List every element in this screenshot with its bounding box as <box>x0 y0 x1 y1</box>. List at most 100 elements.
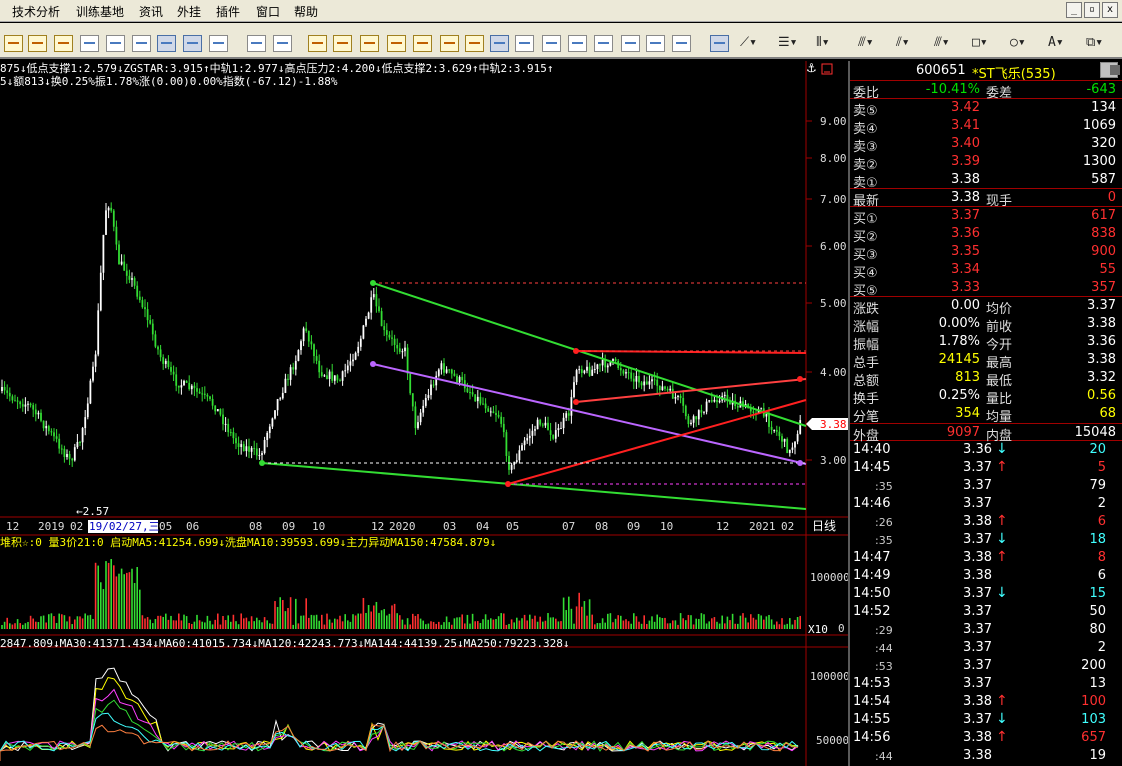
vline-draw-icon[interactable]: ⦀▾ <box>816 35 840 52</box>
candle-body <box>229 432 232 434</box>
tick-time: 14:53 <box>853 676 891 691</box>
period-15min-icon[interactable] <box>360 35 379 52</box>
trend-point[interactable] <box>370 361 376 367</box>
tick-chart-icon[interactable] <box>273 35 292 52</box>
period-1h-icon[interactable] <box>413 35 432 52</box>
table-icon[interactable] <box>106 35 125 52</box>
period-1min-icon[interactable] <box>308 35 327 52</box>
candle-body <box>482 403 484 405</box>
candle-body <box>716 399 718 403</box>
menu-plugins[interactable]: 插件 <box>216 3 240 20</box>
copy-draw-icon[interactable]: ⧉▾ <box>1086 35 1110 52</box>
volume-bar <box>521 618 523 629</box>
menu-plugins-ext[interactable]: 外挂 <box>177 3 201 20</box>
volume-bar <box>419 618 422 629</box>
scroll-up-icon[interactable] <box>1110 65 1120 75</box>
channel-draw-icon[interactable]: ⫽▾ <box>896 35 920 52</box>
zoom-icon[interactable] <box>209 35 228 52</box>
kline-chart-icon[interactable] <box>80 35 99 52</box>
volume-bar <box>266 620 268 629</box>
candle-body <box>177 385 180 388</box>
trend-point[interactable] <box>797 460 803 466</box>
volume-bar <box>724 623 726 629</box>
anchor-icon[interactable]: ⚓ <box>806 61 817 75</box>
period-month-icon[interactable] <box>542 35 561 52</box>
rectangle-draw-icon[interactable]: □▾ <box>972 35 996 52</box>
draw-tool-icon[interactable] <box>710 35 729 52</box>
trend-point[interactable] <box>573 399 579 405</box>
candle-body <box>258 455 261 457</box>
period-multi-min-icon[interactable] <box>646 35 665 52</box>
trend-point[interactable] <box>797 376 803 382</box>
tick-time: 14:56 <box>853 730 891 745</box>
close-button[interactable]: x <box>1102 2 1118 18</box>
volume-bar <box>646 623 648 629</box>
period-week-icon[interactable] <box>515 35 534 52</box>
period-label[interactable]: 日线 <box>812 519 836 533</box>
period-2h-icon[interactable] <box>440 35 459 52</box>
candle-body <box>458 376 461 383</box>
candle-body <box>32 405 35 410</box>
fan-draw-icon[interactable]: ⫻▾ <box>858 35 882 52</box>
menu-training[interactable]: 训练基地 <box>76 3 124 20</box>
menu-help[interactable]: 帮助 <box>294 3 318 20</box>
text-draw-icon[interactable]: A▾ <box>1048 35 1072 52</box>
volume-bar <box>274 601 276 629</box>
trend-point[interactable] <box>370 280 376 286</box>
candle-chart-icon[interactable] <box>183 35 202 52</box>
candle-body <box>580 369 583 373</box>
candle-body <box>791 447 794 450</box>
menu-news[interactable]: 资讯 <box>139 3 163 20</box>
tick-volume: 6 <box>1097 514 1106 529</box>
candle-body <box>341 371 344 381</box>
volume-bar <box>305 598 307 629</box>
volume-bar <box>404 624 406 629</box>
minimize-button[interactable]: _ <box>1066 2 1082 18</box>
bid-volume: 357 <box>1091 280 1116 295</box>
last-value: 3.38 <box>951 190 980 205</box>
volume-bar <box>261 622 263 629</box>
period-custom-icon[interactable] <box>672 35 691 52</box>
date-label: 08 <box>595 520 608 533</box>
trend-point[interactable] <box>573 348 579 354</box>
period-5min-icon[interactable] <box>333 35 352 52</box>
volume-bar <box>357 613 359 629</box>
period-day-icon[interactable] <box>490 35 509 52</box>
line-chart-icon[interactable] <box>157 35 176 52</box>
weibi-value: -10.41% <box>925 82 980 97</box>
tick-list[interactable]: 14:40 3.36 ↓ 20 14:45 3.37 ↑ 5:35 3.37 79 14:46 3.3… <box>850 441 1122 765</box>
ask-volume: 134 <box>1091 100 1116 115</box>
period-4h-icon[interactable] <box>465 35 484 52</box>
volume-bar <box>469 623 471 629</box>
volume-bar <box>614 618 617 629</box>
gear-icon[interactable] <box>54 35 73 52</box>
ellipse-draw-icon[interactable]: ○▾ <box>1010 35 1034 52</box>
period-year-icon[interactable] <box>594 35 613 52</box>
line-draw-icon[interactable]: ⟋▾ <box>740 35 764 52</box>
indicator-icon[interactable] <box>247 35 266 52</box>
period-multi-day-icon[interactable] <box>621 35 640 52</box>
volume-bar <box>154 619 157 629</box>
candle-body <box>497 415 500 417</box>
candle-body <box>718 400 721 403</box>
menu-tech-analysis[interactable]: 技术分析 <box>12 3 60 20</box>
books-icon[interactable] <box>4 35 23 52</box>
volume-bar <box>760 615 762 629</box>
kline-chart[interactable]: 875↓低点支撑1:2.579↓ZGSTAR:3.915↑中轨1:2.977↓高… <box>0 61 848 766</box>
parallel-draw-icon[interactable]: ⫻▾ <box>934 35 958 52</box>
menu-window[interactable]: 窗口 <box>256 3 280 20</box>
trend-point[interactable] <box>259 460 265 466</box>
candle-body <box>133 278 136 286</box>
bar-chart-icon[interactable] <box>132 35 151 52</box>
volume-bar <box>659 617 661 629</box>
volume-bar <box>396 613 398 629</box>
volume-bar <box>219 624 222 629</box>
period-quarter-icon[interactable] <box>568 35 587 52</box>
warning-icon[interactable] <box>28 35 47 52</box>
candle-body <box>528 435 531 439</box>
period-30min-icon[interactable] <box>387 35 406 52</box>
trend-point[interactable] <box>505 481 511 487</box>
restore-button[interactable]: ▫ <box>1084 2 1100 18</box>
hline-draw-icon[interactable]: ☰▾ <box>778 35 802 52</box>
candle-body <box>424 397 427 406</box>
